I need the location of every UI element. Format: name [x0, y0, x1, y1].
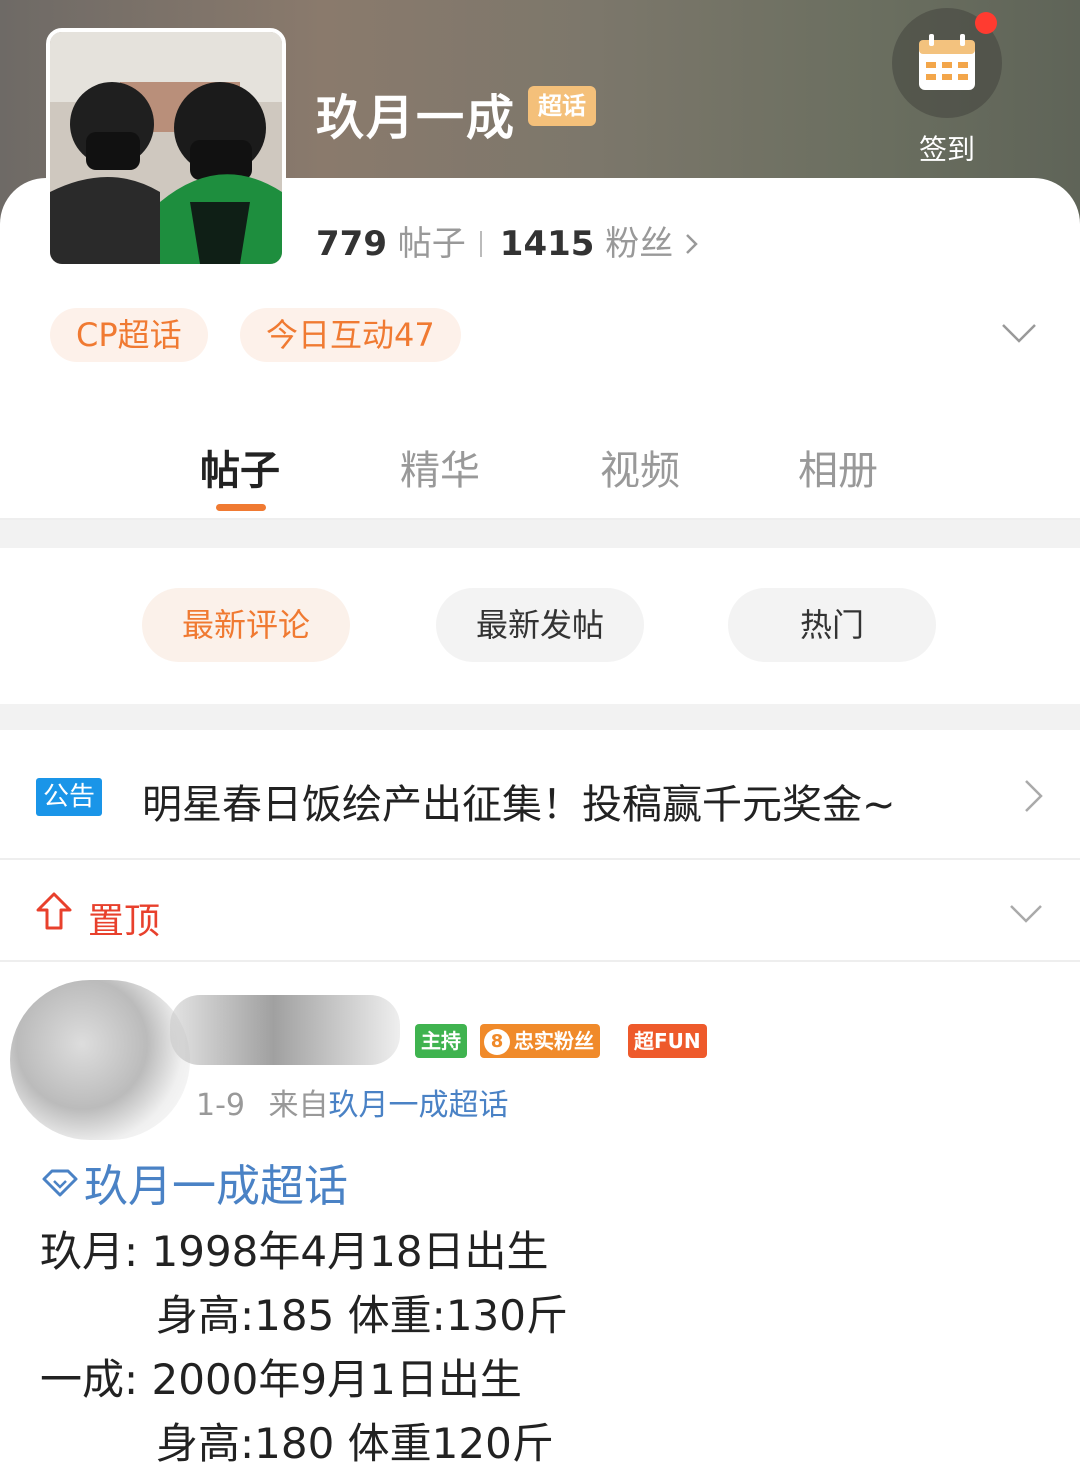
notification-dot — [975, 12, 997, 34]
super-fun-badge: 超FUN — [628, 1024, 707, 1058]
chevron-right-icon[interactable] — [1022, 778, 1046, 814]
pin-top-icon — [36, 892, 72, 930]
announcement-tag: 公告 — [36, 778, 102, 816]
supertopic-title: 玖月一成 — [316, 90, 517, 146]
sort-latest-post-button[interactable]: 最新发帖 — [436, 588, 644, 662]
post-meta: 1-9 来自玖月一成超话 — [196, 1080, 509, 1124]
post-text-line: 身高:180 体重120斤 — [156, 1419, 554, 1468]
tab-bar: 帖子 精华 视频 相册 — [0, 438, 1080, 518]
section-gap — [0, 704, 1080, 730]
sort-hot-button[interactable]: 热门 — [728, 588, 936, 662]
supertopic-badge: 超话 — [528, 86, 596, 126]
pinned-label: 置顶 — [88, 901, 161, 942]
posts-count: 779 — [316, 224, 387, 264]
post-author-avatar[interactable] — [10, 980, 190, 1140]
stats-divider — [479, 231, 482, 257]
sort-latest-comment-button[interactable]: 最新评论 — [142, 588, 350, 662]
loyal-fan-badge: 8 忠实粉丝 — [480, 1024, 600, 1058]
post-date: 1-9 — [196, 1088, 245, 1123]
chevron-down-icon[interactable] — [1000, 320, 1038, 346]
tab-featured[interactable]: 精华 — [400, 438, 480, 496]
loyal-fan-label: 忠实粉丝 — [514, 1029, 594, 1053]
topic-link[interactable]: 玖月一成超话 — [40, 1150, 348, 1214]
post-text-line: 玖月: 1998年4月18日出生 — [40, 1227, 549, 1276]
diamond-icon — [42, 1169, 78, 1197]
post-source-link[interactable]: 玖月一成超话 — [329, 1088, 509, 1123]
post-text-line: 身高:185 体重:130斤 — [156, 1291, 568, 1340]
chevron-right-icon[interactable] — [684, 231, 700, 257]
supertopic-stats: 779 帖子 1415 粉丝 — [316, 216, 700, 265]
post-author-name-blurred[interactable] — [170, 995, 400, 1065]
posts-label: 帖子 — [397, 224, 466, 264]
fans-label[interactable]: 粉丝 — [605, 224, 673, 264]
tab-albums[interactable]: 相册 — [798, 438, 878, 496]
fans-count[interactable]: 1415 — [500, 224, 595, 264]
post-text-line: 一成: 2000年9月1日出生 — [40, 1355, 522, 1404]
active-tab-indicator — [216, 504, 266, 511]
today-interaction-pill[interactable]: 今日互动47 — [240, 308, 461, 362]
supertopic-avatar[interactable] — [46, 28, 286, 268]
avatar-photo — [50, 32, 282, 264]
section-gap — [0, 520, 1080, 548]
post-source-prefix: 来自 — [268, 1088, 329, 1123]
signin-label: 签到 — [918, 133, 975, 166]
tab-posts[interactable]: 帖子 — [200, 438, 280, 496]
host-badge: 主持 — [415, 1024, 467, 1058]
tab-videos[interactable]: 视频 — [600, 438, 680, 496]
announcement-row[interactable]: 公告 明星春日饭绘产出征集！投稿赢千元奖金~ — [0, 730, 1080, 860]
chevron-down-icon[interactable] — [1008, 902, 1044, 926]
fan-level-badge: 8 — [484, 1029, 510, 1055]
pinned-row[interactable]: 置顶 — [0, 862, 1080, 962]
cp-supertopic-pill[interactable]: CP超话 — [50, 308, 208, 362]
announcement-text[interactable]: 明星春日饭绘产出征集！投稿赢千元奖金~ — [142, 772, 896, 830]
topic-link-label[interactable]: 玖月一成超话 — [84, 1161, 348, 1212]
